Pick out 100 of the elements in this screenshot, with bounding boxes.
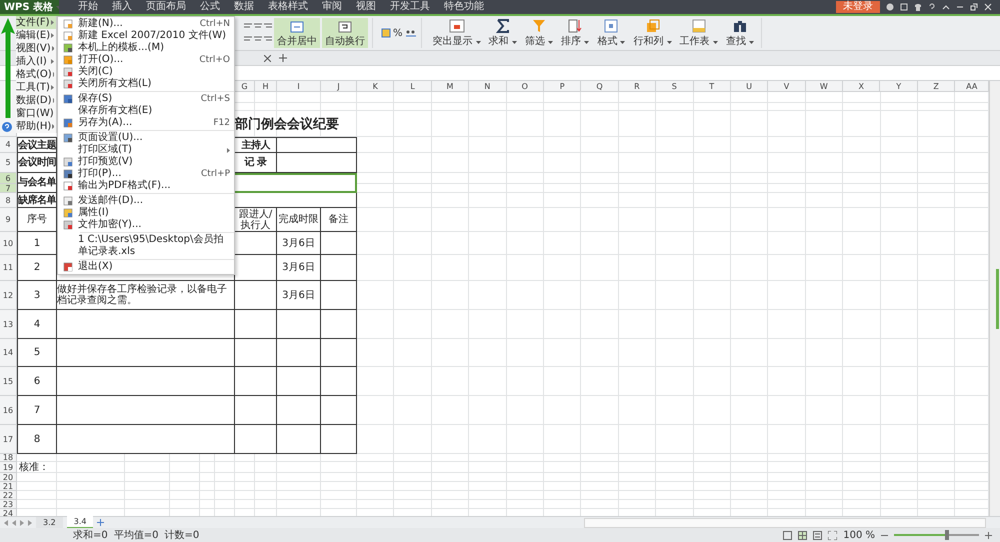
column-header[interactable]: J bbox=[321, 81, 357, 92]
column-header[interactable]: H bbox=[255, 81, 277, 92]
column-header[interactable]: L bbox=[394, 81, 432, 92]
menu-tab[interactable]: 插入 bbox=[105, 0, 139, 14]
menu-item[interactable]: 页面设置(U)... bbox=[58, 132, 234, 144]
column-header[interactable]: Y bbox=[880, 81, 918, 92]
menu-item[interactable]: 文件加密(Y)... bbox=[58, 219, 234, 231]
menu-item[interactable]: 工具(T) bbox=[16, 81, 57, 94]
sheet-tab[interactable]: 3.2 bbox=[36, 517, 63, 528]
menu-item[interactable]: 另存为(A)... F12 bbox=[58, 117, 234, 129]
menu-tab[interactable]: 页面布局 bbox=[139, 0, 193, 14]
menu-tab[interactable]: 开始 bbox=[71, 0, 105, 14]
menu-item[interactable]: 新建(N)... Ctrl+N bbox=[58, 18, 234, 30]
row-header[interactable]: 23 bbox=[0, 500, 17, 509]
menu-item[interactable]: 打印(P)... Ctrl+P bbox=[58, 168, 234, 180]
column-header[interactable]: N bbox=[469, 81, 507, 92]
ribbon-tool-button[interactable]: 行和列 bbox=[630, 18, 675, 48]
menu-item[interactable]: 属性(I) bbox=[58, 207, 234, 219]
menu-item[interactable]: 关闭所有文档(L) bbox=[58, 78, 234, 90]
row-header[interactable]: 5 bbox=[0, 153, 17, 173]
column-header[interactable]: X bbox=[843, 81, 880, 92]
column-header[interactable]: R bbox=[618, 81, 656, 92]
row-header[interactable]: 18 bbox=[0, 454, 17, 462]
column-header[interactable]: S bbox=[656, 81, 694, 92]
menu-item[interactable]: 保存(S) Ctrl+S bbox=[58, 93, 234, 105]
row-header[interactable]: 4 bbox=[0, 137, 17, 153]
row-header[interactable]: 7 bbox=[0, 184, 17, 193]
ribbon-tool-button[interactable]: 突出显示 bbox=[430, 18, 484, 48]
percent-button[interactable]: % bbox=[393, 28, 403, 38]
menu-item[interactable]: 帮助(H) bbox=[16, 120, 57, 133]
menu-item[interactable]: 数据(D) bbox=[16, 94, 57, 107]
column-header[interactable]: I bbox=[277, 81, 321, 92]
row-header[interactable]: 15 bbox=[0, 367, 17, 396]
ribbon-tool-button[interactable]: 求和 bbox=[486, 18, 520, 48]
menu-tab[interactable]: 数据 bbox=[227, 0, 261, 14]
row-header[interactable]: 22 bbox=[0, 491, 17, 500]
row-header[interactable]: 12 bbox=[0, 281, 17, 310]
column-header[interactable]: W bbox=[806, 81, 844, 92]
menu-item[interactable]: 格式(O) bbox=[16, 68, 57, 81]
column-header[interactable]: Q bbox=[581, 81, 619, 92]
footer-text: 核准： bbox=[18, 462, 50, 473]
menu-item[interactable]: 发送邮件(D)... bbox=[58, 195, 234, 207]
menu-item[interactable]: 插入(I) bbox=[16, 55, 57, 68]
menu-item[interactable]: 打印区域(T) bbox=[58, 144, 234, 156]
menu-item[interactable]: 文件(F) bbox=[16, 16, 57, 29]
table-cell: 8 bbox=[17, 425, 57, 454]
menu-tab[interactable]: 视图 bbox=[349, 0, 383, 14]
menu-item[interactable]: 新建 Excel 2007/2010 文件(W) bbox=[58, 30, 234, 42]
row-header[interactable]: 11 bbox=[0, 255, 17, 281]
column-header[interactable]: U bbox=[730, 81, 768, 92]
menu-item[interactable]: 关闭(C) bbox=[58, 66, 234, 78]
menu-item[interactable]: 编辑(E) bbox=[16, 29, 57, 42]
sum-text: 求和=0 bbox=[73, 528, 108, 542]
column-header[interactable]: V bbox=[768, 81, 806, 92]
menu-item[interactable]: 1 C:\Users\95\Desktop\会员拍单记录表.xls bbox=[58, 234, 234, 258]
app-logo[interactable]: WPS 表格 bbox=[0, 0, 59, 14]
table-header-cell: 备注 bbox=[321, 208, 357, 232]
ribbon-tool-button[interactable]: 排序 bbox=[558, 18, 592, 48]
row-header[interactable]: 21 bbox=[0, 482, 17, 491]
menu-item[interactable]: 打印预览(V) bbox=[58, 156, 234, 168]
menu-item[interactable]: 视图(V) bbox=[16, 42, 57, 55]
sheet-tab[interactable]: 3.4 bbox=[66, 516, 94, 529]
row-header[interactable]: 16 bbox=[0, 396, 17, 425]
column-header[interactable]: M bbox=[432, 81, 470, 92]
row-header[interactable]: 17 bbox=[0, 425, 17, 454]
menu-item[interactable]: 保存所有文档(E) bbox=[58, 105, 234, 117]
table-cell: 3月6日 bbox=[277, 255, 321, 281]
row-header[interactable]: 20 bbox=[0, 473, 17, 482]
ribbon-tool-button[interactable]: 查找 bbox=[722, 18, 758, 48]
merge-button[interactable]: 合并居中 bbox=[274, 18, 320, 48]
column-header[interactable]: T bbox=[694, 81, 731, 92]
wrap-button[interactable]: 自动换行 bbox=[322, 18, 368, 48]
menu-tab[interactable]: 特色功能 bbox=[437, 0, 491, 14]
row-header[interactable]: 13 bbox=[0, 310, 17, 339]
menu-item[interactable]: 本机上的模板...(M) bbox=[58, 42, 234, 54]
row-header[interactable]: 14 bbox=[0, 339, 17, 367]
menu-item[interactable]: 输出为PDF格式(F)... bbox=[58, 180, 234, 192]
row-header[interactable]: 6 bbox=[0, 173, 17, 184]
table-cell: 7 bbox=[17, 396, 57, 425]
menu-item[interactable]: 窗口(W) bbox=[16, 107, 57, 120]
column-header[interactable]: Z bbox=[918, 81, 956, 92]
column-header[interactable]: G bbox=[235, 81, 255, 92]
column-header[interactable]: K bbox=[357, 81, 394, 92]
menu-tab[interactable]: 审阅 bbox=[315, 0, 349, 14]
column-header[interactable]: P bbox=[544, 81, 582, 92]
row-header[interactable]: 19 bbox=[0, 462, 17, 473]
menu-tab[interactable]: 开发工具 bbox=[383, 0, 437, 14]
column-header[interactable]: AA bbox=[955, 81, 989, 92]
row-header[interactable]: 24 bbox=[0, 509, 17, 516]
row-header[interactable]: 9 bbox=[0, 208, 17, 232]
menu-item[interactable]: 退出(X) bbox=[58, 261, 234, 273]
menu-tab[interactable]: 公式 bbox=[193, 0, 227, 14]
ribbon-tool-button[interactable]: 工作表 bbox=[676, 18, 721, 48]
menu-item[interactable]: 打开(O)... Ctrl+O bbox=[58, 54, 234, 66]
column-header[interactable]: O bbox=[506, 81, 544, 92]
ribbon-tool-button[interactable]: 格式 bbox=[594, 18, 628, 48]
menu-tab[interactable]: 表格样式 bbox=[261, 0, 315, 14]
row-header[interactable]: 8 bbox=[0, 193, 17, 208]
ribbon-tool-button[interactable]: 筛选 bbox=[522, 18, 556, 48]
row-header[interactable]: 10 bbox=[0, 232, 17, 255]
